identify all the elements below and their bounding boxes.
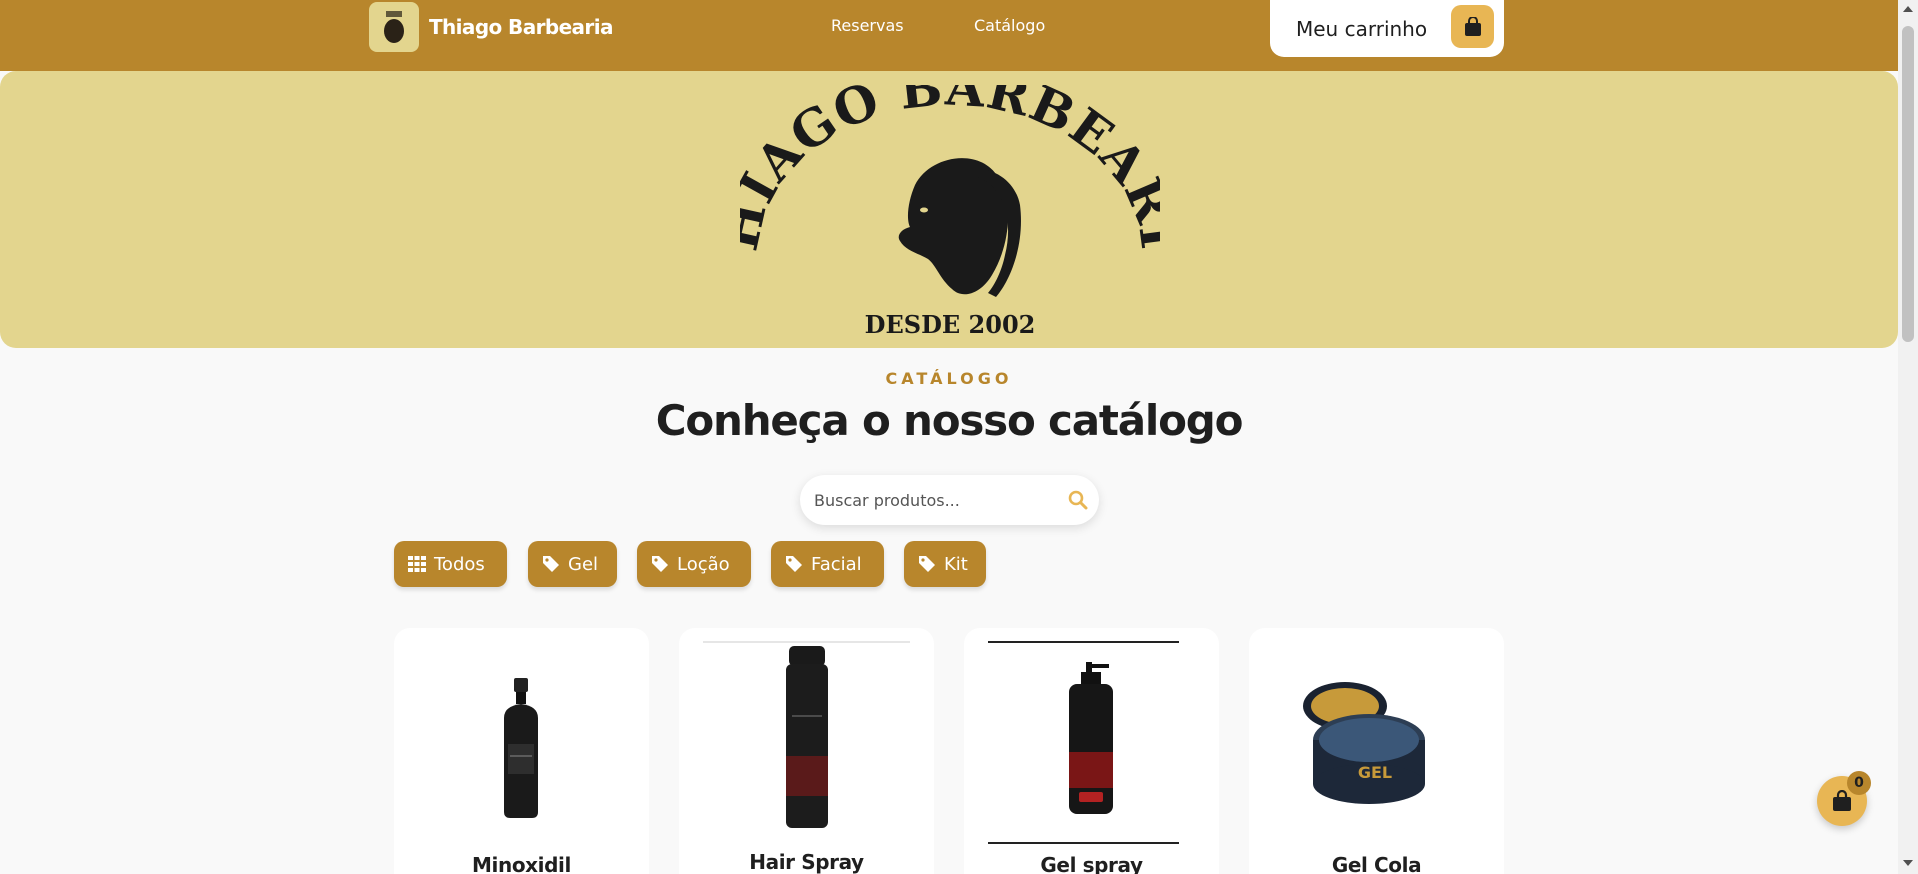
product-image: [1069, 662, 1113, 814]
tag-icon: [786, 556, 802, 572]
search-icon[interactable]: [1067, 489, 1089, 511]
search-box: [800, 475, 1099, 525]
brand-logo: [369, 2, 419, 52]
svg-text:GEL: GEL: [1358, 763, 1392, 782]
cart-label: Meu carrinho: [1296, 16, 1428, 41]
barbershop-logo: THIAGO BARBEARIA DESDE 2002: [740, 85, 1160, 339]
image-divider: [703, 641, 910, 643]
nav-catalogo[interactable]: Catálogo: [974, 16, 1045, 38]
cart-count-badge: 0: [1847, 771, 1871, 795]
filter-kit[interactable]: Kit: [904, 541, 986, 587]
filter-todos[interactable]: Todos: [394, 541, 507, 587]
filter-label: Kit: [944, 553, 968, 575]
grid-icon: [408, 556, 426, 572]
filter-label: Gel: [568, 553, 599, 575]
shopping-bag-icon: [1833, 790, 1851, 811]
svg-text:DESDE 2002: DESDE 2002: [865, 310, 1036, 339]
page: Thiago Barbearia Reservas Catálogo Meu c…: [0, 0, 1918, 874]
filter-label: Todos: [434, 553, 485, 575]
product-name: Gel spray: [1040, 853, 1143, 874]
scroll-thumb[interactable]: [1902, 26, 1914, 342]
product-image: [786, 646, 828, 828]
product-card-gel-spray[interactable]: Gel spray: [964, 628, 1219, 874]
product-card-minoxidil[interactable]: Minoxidil: [394, 628, 649, 874]
section-eyebrow: CATÁLOGO: [885, 369, 1013, 388]
tag-icon: [919, 556, 935, 572]
tag-icon: [652, 556, 668, 572]
scroll-up-arrow-icon[interactable]: [1903, 6, 1913, 12]
tag-icon: [543, 556, 559, 572]
header: Thiago Barbearia Reservas Catálogo Meu c…: [0, 0, 1898, 71]
image-divider: [988, 842, 1179, 844]
filter-label: Facial: [811, 553, 862, 575]
product-card-gel-cola[interactable]: GEL Gel Cola: [1249, 628, 1504, 874]
product-image: [504, 678, 538, 818]
nav-reservas[interactable]: Reservas: [831, 16, 904, 38]
search-input[interactable]: [814, 487, 1054, 513]
filter-locao[interactable]: Loção: [637, 541, 751, 587]
brand[interactable]: Thiago Barbearia: [369, 1, 613, 53]
product-name: Minoxidil: [472, 853, 571, 874]
brand-name: Thiago Barbearia: [429, 15, 613, 39]
page-scrollbar[interactable]: [1898, 0, 1918, 874]
hero-banner: THIAGO BARBEARIA DESDE 2002: [0, 71, 1898, 348]
image-divider: [988, 641, 1179, 643]
filter-label: Loção: [677, 553, 730, 575]
product-name: Gel Cola: [1331, 853, 1422, 874]
product-card-hair-spray[interactable]: Hair Spray: [679, 628, 934, 874]
filter-gel[interactable]: Gel: [528, 541, 617, 587]
filter-facial[interactable]: Facial: [771, 541, 884, 587]
scroll-down-arrow-icon[interactable]: [1903, 860, 1913, 866]
product-image: GEL: [1303, 682, 1425, 804]
shopping-bag-icon: [1451, 5, 1494, 48]
my-cart-button[interactable]: Meu carrinho: [1270, 0, 1504, 57]
section-title: Conheça o nosso catálogo: [655, 396, 1244, 445]
product-name: Hair Spray: [749, 850, 864, 874]
